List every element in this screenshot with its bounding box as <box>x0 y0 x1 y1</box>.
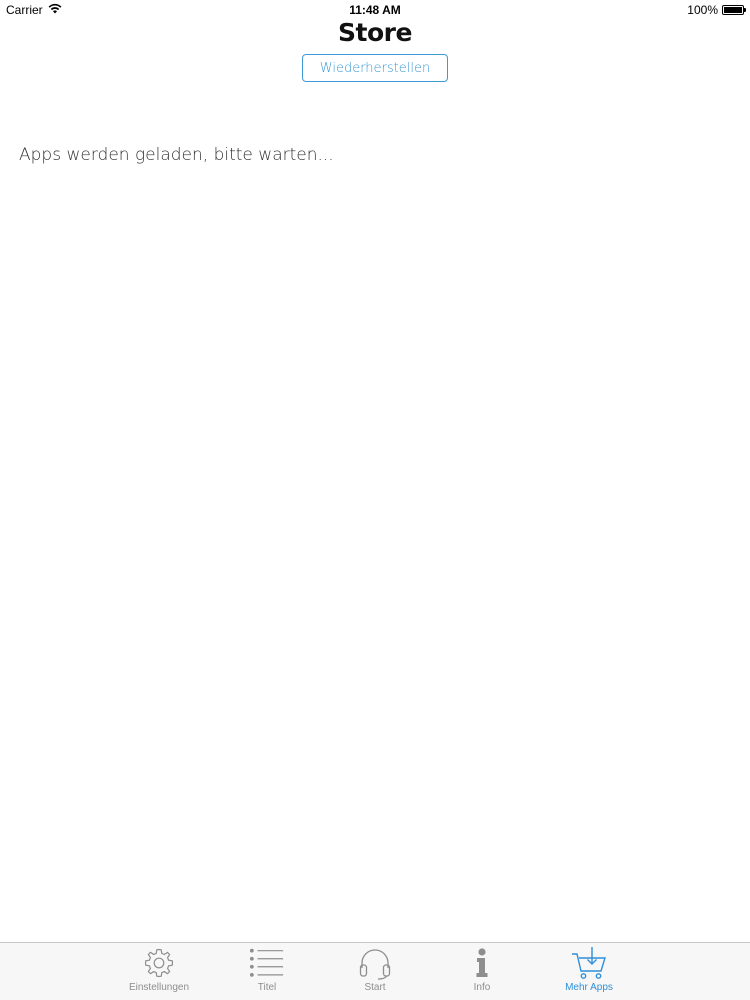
cart-download-icon <box>571 946 607 980</box>
tab-start[interactable]: Start <box>325 943 425 1000</box>
info-icon <box>464 946 500 980</box>
battery-percent: 100% <box>687 3 718 17</box>
battery-fill <box>724 7 742 13</box>
tab-label: Mehr Apps <box>565 982 613 993</box>
tab-titel[interactable]: Titel <box>217 943 317 1000</box>
list-icon <box>249 946 285 980</box>
gear-icon <box>141 946 177 980</box>
tab-label: Einstellungen <box>128 982 190 993</box>
store-screen: Carrier 11:48 AM 100% Store Wiederherste… <box>0 0 750 1000</box>
tab-label: Start <box>364 982 386 993</box>
battery-icon <box>722 5 746 15</box>
page-title: Store <box>338 18 412 47</box>
tab-label: Info <box>473 982 491 993</box>
tab-mehr-apps[interactable]: Mehr Apps <box>539 943 639 1000</box>
battery-cap <box>744 8 746 12</box>
restore-button[interactable]: Wiederherstellen <box>302 54 448 82</box>
tab-bar: Einstellungen Titel Start Info Mehr Apps <box>0 942 750 1000</box>
status-right: 100% <box>687 3 746 17</box>
status-time: 11:48 AM <box>349 3 401 17</box>
status-bar: Carrier 11:48 AM 100% <box>0 0 750 20</box>
loading-message: Apps werden geladen, bitte warten... <box>19 145 334 165</box>
headphones-icon <box>357 946 393 980</box>
tab-label: Titel <box>257 982 277 993</box>
tab-info[interactable]: Info <box>432 943 532 1000</box>
tab-einstellungen[interactable]: Einstellungen <box>109 943 209 1000</box>
